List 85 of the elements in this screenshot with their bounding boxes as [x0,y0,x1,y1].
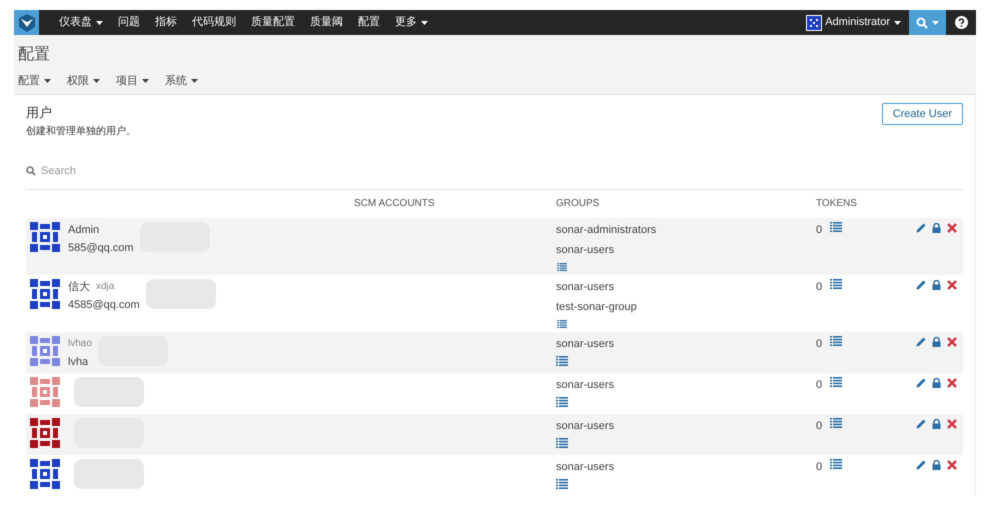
delete-icon[interactable] [947,378,957,388]
search-icon [916,16,928,28]
delete-icon[interactable] [947,222,957,232]
list-icon[interactable] [556,438,568,448]
list-icon[interactable] [556,479,568,489]
delete-icon[interactable] [947,280,957,290]
settings-menu-link[interactable]: 系统 [165,73,198,90]
page-title: 配置 [18,45,51,65]
caret-icon [191,79,198,84]
delete-icon[interactable] [947,418,957,428]
list-icon[interactable] [556,320,568,328]
caret-icon [96,20,103,24]
caret-icon [142,79,149,84]
help-icon [954,16,968,29]
search-icon [26,166,36,176]
caret-icon [44,79,51,84]
group-name: sonar-administrators [556,222,658,238]
token-count: 0 [816,418,822,434]
caret-icon [421,20,428,24]
list-icon[interactable] [830,376,842,386]
nav-link[interactable]: 指标 [155,14,177,31]
nav-link[interactable]: 问题 [118,14,140,31]
nav-link[interactable]: 配置 [358,14,380,31]
user-email: 4585@qq.com [68,298,140,312]
delete-icon[interactable] [947,460,957,470]
edit-icon[interactable] [916,336,926,346]
settings-menu-link[interactable]: 权限 [67,73,100,90]
settings-menu-link[interactable]: 配置 [18,73,51,90]
user-name: Admin [68,222,100,234]
user-login: xdja [96,280,114,292]
nav-link[interactable]: 质量配置 [251,14,295,31]
list-icon[interactable] [556,397,568,407]
column-header: GROUPS [556,197,600,211]
group-name: test-sonar-group [556,300,638,315]
column-header: TOKENS [816,197,858,211]
group-name: sonar-users [556,336,616,352]
caret-icon [894,20,901,24]
list-icon[interactable] [556,262,568,270]
token-count: 0 [816,280,822,294]
list-icon[interactable] [830,336,842,346]
edit-icon[interactable] [916,378,926,388]
edit-icon[interactable] [916,222,926,232]
edit-icon[interactable] [916,460,926,470]
nav-link[interactable]: 质量阈 [310,14,343,31]
caret-icon [932,20,939,24]
lock-icon[interactable] [932,336,941,346]
edit-icon[interactable] [916,280,926,290]
token-count: 0 [816,378,822,392]
edit-icon[interactable] [916,418,926,428]
caret-icon [93,79,100,84]
create-user-button[interactable]: Create User [882,102,963,125]
group-name: sonar-users [556,418,616,434]
list-icon[interactable] [830,458,842,468]
list-icon[interactable] [830,222,842,232]
settings-menu-link[interactable]: 项目 [116,73,149,90]
list-icon[interactable] [830,418,842,428]
nav-link[interactable]: 代码规则 [192,14,236,31]
lock-icon[interactable] [932,280,941,290]
delete-icon[interactable] [947,336,957,346]
token-count: 0 [816,336,822,352]
list-icon[interactable] [830,278,842,288]
user-menu[interactable]: Administrator [806,14,901,31]
user-name: 信大 [68,280,90,292]
group-name: sonar-users [556,243,616,258]
group-name: sonar-users [556,378,616,392]
user-login: lvhao [68,336,92,348]
user-email: lvha [68,354,90,370]
avatar-icon [806,14,822,30]
lock-icon[interactable] [932,418,941,428]
list-icon[interactable] [556,356,568,366]
nav-link[interactable]: 仪表盘 [59,14,103,31]
section-description: 创建和管理单独的用户。 [26,124,136,139]
lock-icon[interactable] [932,378,941,388]
lock-icon[interactable] [932,222,941,232]
token-count: 0 [816,460,822,474]
section-title: 用户 [26,104,53,122]
group-name: sonar-users [556,280,616,294]
column-header: SCM ACCOUNTS [354,197,436,211]
group-name: sonar-users [556,460,616,474]
user-email: 585@qq.com [68,240,134,256]
lock-icon[interactable] [932,460,941,470]
search-field[interactable]: Search [41,163,241,180]
logo-icon[interactable] [14,10,39,35]
nav-link[interactable]: 更多 [395,14,428,31]
token-count: 0 [816,222,822,238]
